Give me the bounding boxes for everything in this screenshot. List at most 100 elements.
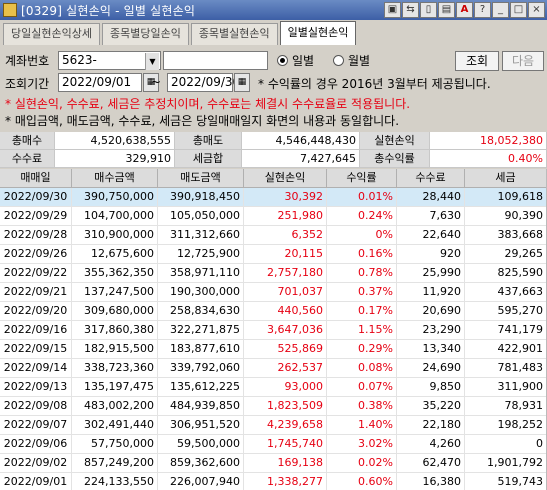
tab-stock-realized[interactable]: 종목별실현손익 (190, 23, 278, 45)
table-cell: 440,560 (244, 302, 327, 321)
table-cell: 437,663 (465, 283, 547, 302)
calendar-icon[interactable]: ▦ (234, 73, 250, 92)
table-cell: 11,920 (397, 283, 465, 302)
column-header[interactable]: 실현손익 (244, 169, 327, 188)
table-cell: 93,000 (244, 378, 327, 397)
help-icon[interactable]: ? (474, 2, 491, 18)
table-row[interactable]: 2022/09/08 483,002,200 484,939,850 1,823,50… (0, 397, 547, 416)
table-cell: 2022/09/30 (0, 188, 72, 207)
table-row[interactable]: 2022/09/01 224,133,550 226,007,940 1,338,27… (0, 473, 547, 490)
table-cell: 224,133,550 (72, 473, 158, 490)
table-row[interactable]: 2022/09/06 57,750,000 59,500,000 1,745,740 3… (0, 435, 547, 454)
table-cell: 0.16% (327, 245, 397, 264)
table-row[interactable]: 2022/09/20 309,680,000 258,834,630 440,560 0… (0, 302, 547, 321)
search-button[interactable]: 조회 (455, 51, 499, 71)
account-select[interactable]: 5623- ▼ (58, 51, 161, 70)
table-cell: 57,750,000 (72, 435, 158, 454)
table-cell: 13,340 (397, 340, 465, 359)
next-button[interactable]: 다음 (502, 51, 544, 71)
radio-monthly[interactable] (333, 55, 344, 66)
table-cell: 35,220 (397, 397, 465, 416)
table-row[interactable]: 2022/09/30 390,750,000 390,918,450 30,392 0.… (0, 188, 547, 207)
table-cell: 0% (327, 226, 397, 245)
table-cell: 0.01% (327, 188, 397, 207)
search-form: 계좌번호 5623- ▼ 일별 월별 조회 다음 조회기간 2022/09/01… (0, 46, 547, 130)
table-row[interactable]: 2022/09/22 355,362,350 358,971,110 2,757,18… (0, 264, 547, 283)
table-row[interactable]: 2022/09/15 182,915,500 183,877,610 525,869 0… (0, 340, 547, 359)
table-cell: 22,180 (397, 416, 465, 435)
column-header[interactable]: 수수료 (397, 169, 465, 188)
daily-realized-table[interactable]: 매매일 매수금액 매도금액 실현손익 수익률 수수료 세금 2022/09/30… (0, 169, 547, 490)
table-cell: 2022/09/07 (0, 416, 72, 435)
table-cell: 0.07% (327, 378, 397, 397)
table-cell: 2022/09/06 (0, 435, 72, 454)
table-cell: 484,939,850 (158, 397, 244, 416)
journal-note: * 매입금액, 매도금액, 수수료, 세금은 당일매매일지 화면의 내용과 동일… (5, 114, 400, 128)
table-row[interactable]: 2022/09/07 302,491,440 306,951,520 4,239,65… (0, 416, 547, 435)
table-cell: 859,362,600 (158, 454, 244, 473)
table-cell: 3,647,036 (244, 321, 327, 340)
table-cell: 90,390 (465, 207, 547, 226)
column-header[interactable]: 수익률 (327, 169, 397, 188)
table-cell: 4,239,658 (244, 416, 327, 435)
chevron-down-icon[interactable]: ▼ (145, 53, 159, 70)
table-cell: 2022/09/15 (0, 340, 72, 359)
column-header[interactable]: 세금 (465, 169, 547, 188)
table-cell: 198,252 (465, 416, 547, 435)
close-button[interactable]: × (528, 2, 545, 18)
column-header[interactable]: 매매일 (0, 169, 72, 188)
table-cell: 1,823,509 (244, 397, 327, 416)
account-label: 계좌번호 (5, 54, 50, 68)
table-cell: 135,612,225 (158, 378, 244, 397)
table-cell: 311,900 (465, 378, 547, 397)
account-name-field[interactable] (163, 51, 268, 70)
copy-icon[interactable]: ▯ (420, 2, 437, 18)
table-cell: 16,380 (397, 473, 465, 490)
minimize-button[interactable]: _ (492, 2, 509, 18)
realized-value: 18,052,380 (430, 132, 547, 150)
window-title: [0329] 실현손익 - 일별 실현손익 (21, 3, 196, 18)
table-cell: 169,138 (244, 454, 327, 473)
date-to-input[interactable]: 2022/09/30 (167, 73, 240, 92)
table-cell: 1.15% (327, 321, 397, 340)
table-cell: 62,470 (397, 454, 465, 473)
print-icon[interactable]: ▤ (438, 2, 455, 18)
table-row[interactable]: 2022/09/28 310,900,000 311,312,660 6,352 0% 2… (0, 226, 547, 245)
tab-daily-detail[interactable]: 당일실현손익상세 (3, 23, 100, 45)
table-cell: 1,338,277 (244, 473, 327, 490)
maximize-button[interactable]: □ (510, 2, 527, 18)
window-controls: ▣ ⇆ ▯ ▤ A ? _ □ × (384, 2, 545, 18)
table-row[interactable]: 2022/09/29 104,700,000 105,050,000 251,980 0… (0, 207, 547, 226)
table-row[interactable]: 2022/09/13 135,197,475 135,612,225 93,000 0.… (0, 378, 547, 397)
table-cell: 519,743 (465, 473, 547, 490)
table-cell: 262,537 (244, 359, 327, 378)
rate-label: 총수익률 (360, 150, 430, 168)
table-cell: 310,900,000 (72, 226, 158, 245)
date-from-input[interactable]: 2022/09/01 (58, 73, 142, 92)
table-cell: 309,680,000 (72, 302, 158, 321)
font-icon[interactable]: A (456, 2, 473, 18)
table-cell: 104,700,000 (72, 207, 158, 226)
table-row[interactable]: 2022/09/02 857,249,200 859,362,600 169,138 0… (0, 454, 547, 473)
table-cell: 2022/09/14 (0, 359, 72, 378)
column-header[interactable]: 매수금액 (72, 169, 158, 188)
table-row[interactable]: 2022/09/21 137,247,500 190,300,000 701,037 0… (0, 283, 547, 302)
sync-icon[interactable]: ⇆ (402, 2, 419, 18)
table-cell: 390,918,450 (158, 188, 244, 207)
table-cell: 2022/09/29 (0, 207, 72, 226)
tab-daily-realized[interactable]: 일별실현손익 (279, 21, 357, 45)
table-cell: 7,630 (397, 207, 465, 226)
tab-stock-daily[interactable]: 종목별당일손익 (101, 23, 189, 45)
radio-daily[interactable] (277, 55, 288, 66)
table-cell: 0.24% (327, 207, 397, 226)
table-cell: 358,971,110 (158, 264, 244, 283)
table-cell: 251,980 (244, 207, 327, 226)
column-header[interactable]: 매도금액 (158, 169, 244, 188)
table-cell: 741,179 (465, 321, 547, 340)
table-row[interactable]: 2022/09/14 338,723,360 339,792,060 262,537 0… (0, 359, 547, 378)
table-cell: 2022/09/01 (0, 473, 72, 490)
table-row[interactable]: 2022/09/26 12,675,600 12,725,900 20,115 0.16… (0, 245, 547, 264)
link-icon[interactable]: ▣ (384, 2, 401, 18)
table-row[interactable]: 2022/09/16 317,860,380 322,271,875 3,647,03… (0, 321, 547, 340)
table-cell: 355,362,350 (72, 264, 158, 283)
